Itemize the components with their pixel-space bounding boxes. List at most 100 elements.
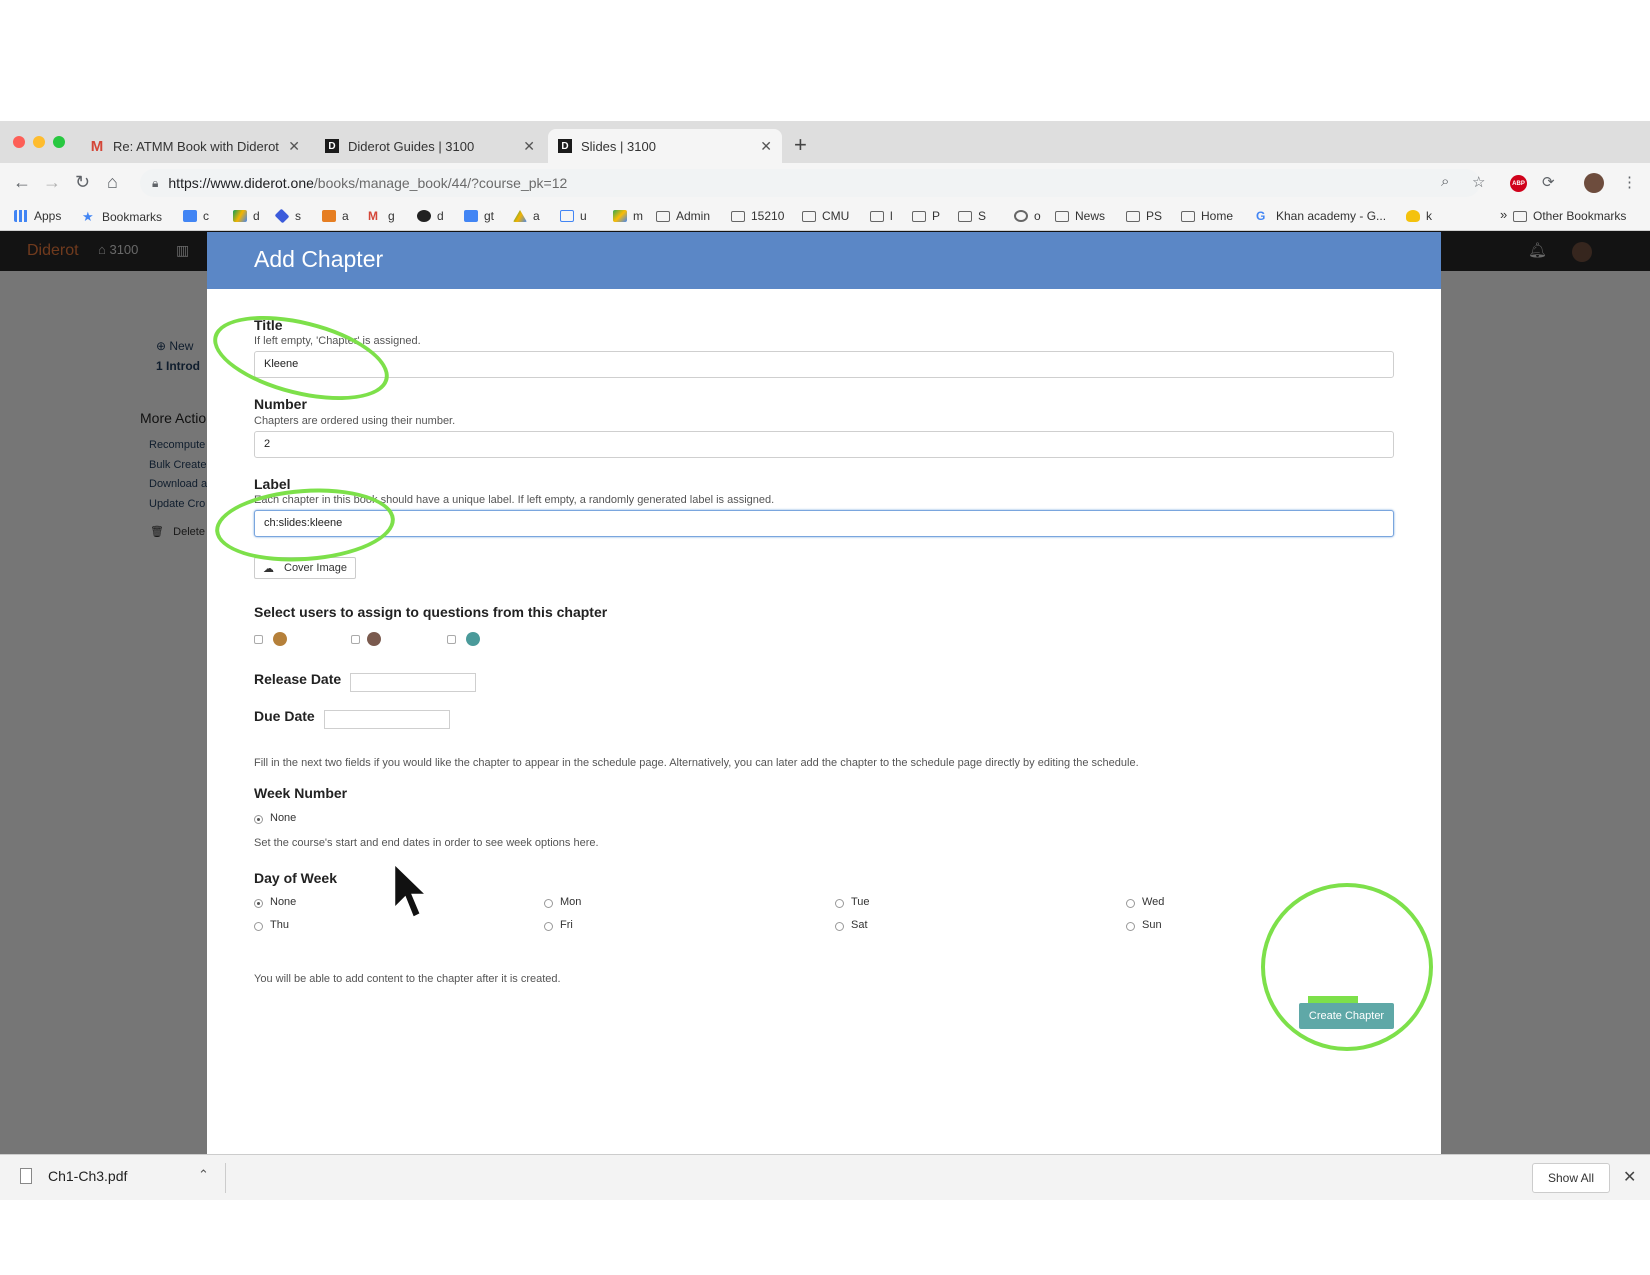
day-sat-radio[interactable] <box>835 922 844 931</box>
github-icon <box>417 210 431 222</box>
modal-title: Add Chapter <box>207 232 1441 289</box>
user-checkbox[interactable] <box>351 635 360 644</box>
day-thu-radio[interactable] <box>254 922 263 931</box>
new-tab-icon[interactable]: + <box>794 132 807 158</box>
day-tue-label: Tue <box>851 896 870 908</box>
bookmark-item[interactable]: d <box>417 209 444 223</box>
menu-icon[interactable]: ⋮ <box>1622 173 1637 191</box>
bookmark-item[interactable]: gt <box>464 209 494 223</box>
bookmark-star-icon[interactable]: ☆ <box>1472 173 1485 191</box>
day-thu-label: Thu <box>270 919 289 931</box>
other-bookmarks[interactable]: Other Bookmarks <box>1513 209 1626 223</box>
bookmark-label: a <box>533 209 540 223</box>
bookmark-label: o <box>1034 209 1041 223</box>
downloads-bar: Ch1-Ch3.pdf ⌃ Show All ✕ <box>0 1154 1650 1200</box>
avatar[interactable] <box>1584 173 1604 193</box>
annotation-circle <box>1261 883 1433 1051</box>
day-fri-radio[interactable] <box>544 922 553 931</box>
bookmark-item[interactable]: Home <box>1181 209 1233 223</box>
due-date-label: Due Date <box>254 708 315 724</box>
tab-diderot-guides[interactable]: D Diderot Guides | 3100 ✕ <box>315 129 545 163</box>
address-bar[interactable]: 🔒︎ https://www.diderot.one/books/manage_… <box>140 169 1480 197</box>
minimize-window-icon[interactable] <box>33 136 45 148</box>
pdf-file-icon <box>20 1168 32 1184</box>
bookmark-label: m <box>633 209 643 223</box>
bookmark-item[interactable]: u <box>560 209 587 223</box>
bookmark-item[interactable]: ★ Bookmarks <box>82 209 162 225</box>
drive-triangle-icon <box>513 210 527 222</box>
tab-gmail[interactable]: M Re: ATMM Book with Diderot - ✕ <box>80 129 310 163</box>
other-bookmarks-label: Other Bookmarks <box>1533 209 1627 223</box>
bookmark-item[interactable]: CMU <box>802 209 849 223</box>
download-item[interactable]: Ch1-Ch3.pdf <box>20 1168 127 1184</box>
sync-icon[interactable]: ⟳ <box>1542 173 1555 191</box>
show-all-button[interactable]: Show All <box>1532 1163 1610 1193</box>
table-icon <box>560 210 574 222</box>
close-tab-icon[interactable]: ✕ <box>288 138 300 155</box>
bookmark-label: PS <box>1146 209 1163 223</box>
tab-title: Diderot Guides | 3100 <box>348 138 475 154</box>
day-tue-radio[interactable] <box>835 899 844 908</box>
user-checkbox[interactable] <box>254 635 263 644</box>
title-input[interactable]: Kleene <box>254 351 1394 378</box>
bookmark-item[interactable]: Admin <box>656 209 710 223</box>
close-icon[interactable]: ✕ <box>1623 1167 1636 1187</box>
week-none-radio[interactable] <box>254 815 263 824</box>
label-input[interactable]: ch:slides:kleene <box>254 510 1394 537</box>
tab-title: Re: ATMM Book with Diderot - <box>113 138 281 154</box>
bookmark-item[interactable]: Mg <box>368 209 395 223</box>
bookmark-item[interactable]: Apps <box>14 209 61 223</box>
translate-icon <box>464 210 478 222</box>
day-sun-label: Sun <box>1142 919 1162 931</box>
bookmark-label: Apps <box>34 209 62 223</box>
url-path: /books/manage_book/44/?course_pk=12 <box>313 175 568 191</box>
bookmark-item[interactable]: PS <box>1126 209 1162 223</box>
home-icon[interactable]: ⌂ <box>107 172 118 193</box>
bookmark-label: News <box>1075 209 1106 223</box>
close-tab-icon[interactable]: ✕ <box>760 138 772 155</box>
bookmark-item[interactable]: l <box>870 209 893 223</box>
reload-icon[interactable]: ↻ <box>75 172 90 193</box>
zoom-icon[interactable]: ⌕ <box>1441 173 1449 190</box>
bookmark-label: gt <box>484 209 495 223</box>
annotation-circle <box>212 482 398 568</box>
url-host: https://www.diderot.one <box>168 175 314 191</box>
bookmark-item[interactable]: s <box>274 208 301 224</box>
calendar-icon <box>183 210 197 222</box>
browser-toolbar: ← → ↻ ⌂ 🔒︎ https://www.diderot.one/books… <box>0 163 1650 203</box>
label-label: Label <box>254 476 291 492</box>
tab-slides[interactable]: D Slides | 3100 ✕ <box>548 129 782 163</box>
day-mon-radio[interactable] <box>544 899 553 908</box>
box-icon <box>322 210 336 222</box>
user-checkbox[interactable] <box>447 635 456 644</box>
close-window-icon[interactable] <box>13 136 25 148</box>
close-tab-icon[interactable]: ✕ <box>523 138 535 155</box>
bookmark-item[interactable]: a <box>513 209 540 223</box>
bookmark-item[interactable]: m <box>613 209 643 223</box>
day-none-radio[interactable] <box>254 899 263 908</box>
maximize-window-icon[interactable] <box>53 136 65 148</box>
google-icon: G <box>1256 209 1266 223</box>
bookmark-item[interactable]: c <box>183 209 209 223</box>
chevron-up-icon[interactable]: ⌃ <box>198 1167 209 1183</box>
forward-icon[interactable]: → <box>43 172 61 193</box>
bookmark-item[interactable]: S <box>958 209 986 223</box>
number-input[interactable]: 2 <box>254 431 1394 458</box>
bookmark-item[interactable]: d <box>233 209 260 223</box>
due-date-input[interactable] <box>324 710 450 729</box>
day-wed-radio[interactable] <box>1126 899 1135 908</box>
bookmark-item[interactable]: G Khan academy - G... <box>1256 209 1386 223</box>
bookmark-item[interactable]: P <box>912 209 940 223</box>
bookmark-item[interactable]: 15210 <box>731 209 784 223</box>
bookmark-item[interactable]: k <box>1406 209 1432 223</box>
bookmark-item[interactable]: o <box>1014 209 1041 223</box>
bookmark-item[interactable]: a <box>322 209 349 223</box>
back-icon[interactable]: ← <box>13 172 31 193</box>
bookmarks-overflow-icon[interactable]: » <box>1500 207 1507 222</box>
folder-icon <box>912 210 926 222</box>
adblock-icon[interactable]: ABP <box>1510 175 1527 192</box>
release-date-input[interactable] <box>350 673 476 692</box>
day-sun-radio[interactable] <box>1126 922 1135 931</box>
bookmark-item[interactable]: News <box>1055 209 1105 223</box>
add-chapter-modal: Add Chapter Title If left empty, 'Chapte… <box>204 232 1441 1154</box>
